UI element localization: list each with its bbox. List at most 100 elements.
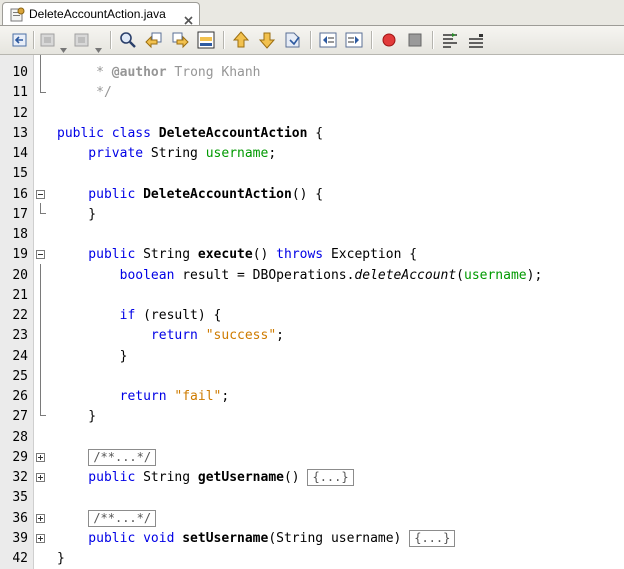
code-line[interactable]: 42} bbox=[0, 549, 624, 569]
code-line[interactable]: 17 } bbox=[0, 205, 624, 225]
code-line[interactable]: 36 /**...*/ bbox=[0, 509, 624, 529]
collapsed-fold-marker[interactable]: {...} bbox=[409, 529, 456, 547]
code-editor[interactable]: 10 * @author Trong Khanh 11 */12 13 public … bbox=[0, 55, 624, 569]
chevron-down-icon[interactable] bbox=[95, 38, 102, 53]
code-text: /**...*/ bbox=[57, 448, 157, 468]
code-token: @author bbox=[111, 65, 167, 80]
code-line[interactable]: 25 bbox=[0, 367, 624, 387]
chevron-down-icon[interactable] bbox=[60, 38, 67, 53]
code-token: Exception { bbox=[323, 247, 418, 263]
code-token: } bbox=[57, 551, 65, 566]
comment-icon[interactable] bbox=[440, 30, 460, 50]
code-line[interactable]: 19 public String execute() throws Except… bbox=[0, 245, 624, 265]
uncomment-icon[interactable] bbox=[466, 30, 486, 50]
code-line[interactable]: 21 bbox=[0, 286, 624, 306]
code-line[interactable]: 13 public class DeleteAccountAction { bbox=[0, 124, 624, 144]
toggle-bookmark-icon[interactable] bbox=[283, 30, 303, 50]
code-line[interactable]: 11 */ bbox=[0, 83, 624, 103]
code-line[interactable]: 16 public DeleteAccountAction() { bbox=[0, 185, 624, 205]
collapsed-fold-marker[interactable]: /**...*/ bbox=[88, 509, 157, 527]
stop-macro-icon[interactable] bbox=[405, 30, 425, 50]
line-number: 10 bbox=[12, 65, 28, 80]
code-line[interactable]: 39 public void setUsername(String userna… bbox=[0, 529, 624, 549]
code-token: boolean bbox=[57, 267, 183, 283]
code-line[interactable]: 35 bbox=[0, 488, 624, 508]
code-text: public String getUsername() {...} bbox=[57, 468, 354, 488]
code-text: public DeleteAccountAction() { bbox=[57, 185, 323, 205]
code-token: String bbox=[143, 247, 198, 263]
code-line[interactable]: 24 } bbox=[0, 347, 624, 367]
shift-left-icon[interactable] bbox=[318, 30, 338, 50]
shift-right-icon[interactable] bbox=[344, 30, 364, 50]
code-line[interactable]: 20 boolean result = DBOperations.deleteA… bbox=[0, 266, 624, 286]
code-token: DeleteAccountAction bbox=[158, 125, 308, 141]
code-line[interactable]: 10 * @author Trong Khanh bbox=[0, 63, 624, 83]
code-line[interactable]: 12 bbox=[0, 104, 624, 124]
code-token: "success" bbox=[205, 328, 277, 344]
start-macro-icon[interactable] bbox=[379, 30, 399, 50]
line-number: 13 bbox=[12, 125, 28, 141]
code-token: String bbox=[143, 470, 198, 485]
line-number: 14 bbox=[12, 146, 28, 161]
code-line[interactable]: 29 /**...*/ bbox=[0, 448, 624, 468]
expand-fold-icon[interactable] bbox=[36, 513, 45, 523]
collapsed-fold-marker[interactable]: /**...*/ bbox=[88, 448, 157, 466]
code-text: /**...*/ bbox=[57, 509, 157, 529]
close-icon[interactable] bbox=[184, 10, 193, 25]
toggle-highlight-icon[interactable] bbox=[196, 30, 216, 50]
code-text: public void setUsername(String username)… bbox=[57, 529, 456, 549]
collapse-fold-icon[interactable] bbox=[36, 189, 45, 199]
find-next-icon[interactable] bbox=[170, 30, 190, 50]
find-selection-icon[interactable] bbox=[118, 30, 138, 50]
code-line[interactable]: 14 private String username; bbox=[0, 144, 624, 164]
line-number: 15 bbox=[12, 166, 28, 182]
code-line[interactable]: 23 return "success"; bbox=[0, 326, 624, 346]
code-text: } bbox=[57, 347, 128, 367]
code-token: { bbox=[307, 125, 324, 141]
code-text: return "fail"; bbox=[57, 387, 230, 407]
code-line[interactable]: 32 public String getUsername() {...} bbox=[0, 468, 624, 488]
code-line[interactable]: 26 return "fail"; bbox=[0, 387, 624, 407]
collapse-fold-icon[interactable] bbox=[36, 250, 45, 260]
next-bookmark-icon[interactable] bbox=[257, 30, 277, 50]
code-line[interactable]: 27 } bbox=[0, 407, 624, 427]
code-token: throws bbox=[276, 247, 324, 263]
code-text: if (result) { bbox=[57, 306, 222, 326]
line-number: 35 bbox=[12, 490, 28, 506]
line-number: 26 bbox=[12, 389, 28, 404]
collapsed-fold-marker[interactable]: {...} bbox=[307, 469, 354, 486]
code-line[interactable]: 28 bbox=[0, 428, 624, 448]
line-number: 12 bbox=[12, 105, 28, 121]
code-line[interactable]: 18 bbox=[0, 225, 624, 245]
code-token: public bbox=[57, 247, 144, 263]
previous-bookmark-icon[interactable] bbox=[231, 30, 251, 50]
expand-fold-icon[interactable] bbox=[36, 533, 45, 543]
code-token: setUsername bbox=[182, 530, 269, 546]
code-token: () bbox=[252, 247, 277, 263]
forward-icon[interactable] bbox=[72, 30, 92, 50]
last-edit-icon[interactable] bbox=[10, 30, 30, 50]
expand-fold-icon[interactable] bbox=[36, 452, 45, 462]
code-token: ( bbox=[456, 267, 464, 283]
code-token: if bbox=[57, 308, 144, 323]
expand-fold-icon[interactable] bbox=[36, 473, 45, 482]
code-token: public void bbox=[57, 530, 183, 546]
line-number: 28 bbox=[12, 429, 28, 445]
code-token: getUsername bbox=[197, 470, 284, 485]
java-file-icon bbox=[9, 7, 25, 23]
code-token: ; bbox=[221, 389, 230, 404]
code-token: (String username) bbox=[268, 530, 410, 546]
line-number: 11 bbox=[12, 85, 28, 101]
code-token: public class bbox=[57, 125, 159, 141]
line-number: 24 bbox=[12, 348, 28, 364]
tab-delete-account-action[interactable]: DeleteAccountAction.java bbox=[2, 2, 200, 25]
code-line[interactable]: 15 bbox=[0, 164, 624, 184]
code-token: */ bbox=[57, 85, 112, 101]
find-previous-icon[interactable] bbox=[144, 30, 164, 50]
line-number: 21 bbox=[12, 287, 28, 303]
code-text: } bbox=[57, 549, 65, 569]
line-number: 27 bbox=[12, 409, 28, 425]
code-token: } bbox=[57, 409, 97, 425]
back-icon[interactable] bbox=[38, 30, 58, 50]
code-line[interactable]: 22 if (result) { bbox=[0, 306, 624, 326]
